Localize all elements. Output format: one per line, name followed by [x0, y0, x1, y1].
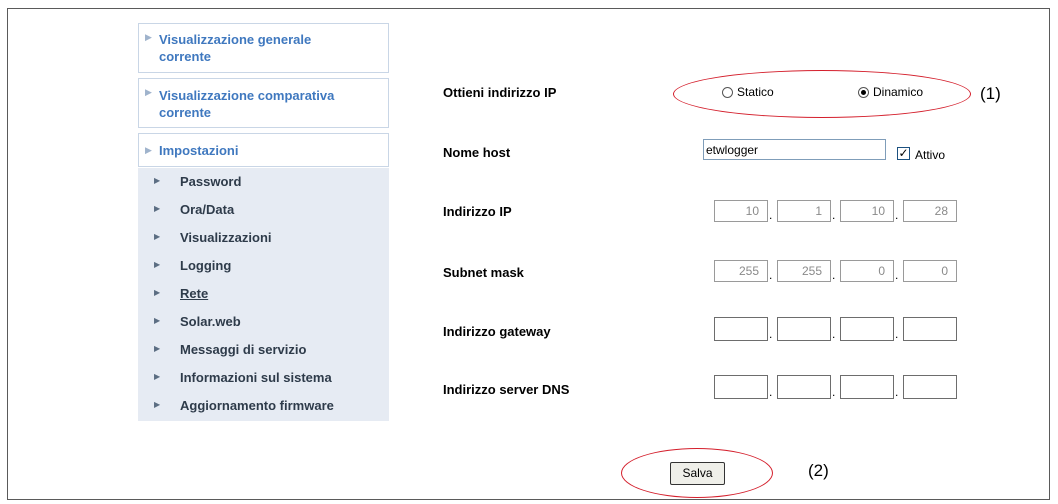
- submenu-item-service-messages[interactable]: ▶ Messaggi di servizio: [138, 338, 389, 364]
- triangle-right-icon: ▶: [154, 204, 161, 213]
- mask-separator: .: [832, 268, 836, 282]
- subnet-mask-label: Subnet mask: [443, 265, 524, 280]
- menu-item-comparative-overview[interactable]: ▶ Visualizzazione comparativa corrente: [138, 78, 389, 128]
- active-label: Attivo: [915, 148, 946, 162]
- gateway-separator: .: [769, 327, 773, 341]
- submenu-item-label: Logging: [180, 258, 232, 273]
- dns-separator: .: [895, 385, 899, 399]
- ip-octet-3[interactable]: 10: [840, 200, 894, 222]
- triangle-right-icon: ▶: [154, 176, 161, 185]
- submenu-item-displays[interactable]: ▶ Visualizzazioni: [138, 226, 389, 252]
- dns-octet-3[interactable]: [840, 375, 894, 399]
- triangle-right-icon: ▶: [145, 145, 152, 155]
- submenu-item-label: Informazioni sul sistema: [180, 370, 332, 385]
- submenu-item-label: Aggiornamento firmware: [180, 398, 334, 413]
- menu-item-label: Visualizzazione generale: [159, 32, 312, 47]
- submenu-item-network[interactable]: ▶ Rete: [138, 282, 389, 308]
- triangle-right-icon: ▶: [154, 400, 161, 409]
- triangle-right-icon: ▶: [145, 87, 152, 97]
- gateway-label: Indirizzo gateway: [443, 324, 551, 339]
- submenu-item-system-info[interactable]: ▶ Informazioni sul sistema: [138, 366, 389, 392]
- submenu-item-date-time[interactable]: ▶ Ora/Data: [138, 198, 389, 224]
- hostname-input[interactable]: [703, 139, 886, 160]
- mask-octet-1[interactable]: 255: [714, 260, 768, 282]
- mask-octet-4[interactable]: 0: [903, 260, 957, 282]
- triangle-right-icon: ▶: [154, 232, 161, 241]
- menu-item-label-line2: corrente: [159, 49, 212, 64]
- menu-item-label-line2: corrente: [159, 105, 212, 120]
- mask-separator: .: [769, 268, 773, 282]
- triangle-right-icon: ▶: [154, 372, 161, 381]
- gateway-octet-2[interactable]: [777, 317, 831, 341]
- hostname-label: Nome host: [443, 145, 511, 160]
- triangle-right-icon: ▶: [154, 288, 161, 297]
- dns-octet-1[interactable]: [714, 375, 768, 399]
- active-checkbox[interactable]: ✓: [897, 147, 910, 160]
- dns-separator: .: [769, 385, 773, 399]
- gateway-octet-4[interactable]: [903, 317, 957, 341]
- submenu-item-logging[interactable]: ▶ Logging: [138, 254, 389, 280]
- ip-octet-2[interactable]: 1: [777, 200, 831, 222]
- submenu-item-label: Password: [180, 174, 242, 189]
- submenu-item-label: Solar.web: [180, 314, 241, 329]
- ip-mode-label: Ottieni indirizzo IP: [443, 85, 557, 100]
- submenu-item-solar-web[interactable]: ▶ Solar.web: [138, 310, 389, 336]
- gateway-separator: .: [832, 327, 836, 341]
- highlight-ellipse-2: [621, 448, 773, 498]
- settings-submenu: ▶ Password ▶ Ora/Data ▶ Visualizzazioni …: [138, 168, 389, 421]
- gateway-octet-1[interactable]: [714, 317, 768, 341]
- submenu-item-label: Ora/Data: [180, 202, 235, 217]
- ip-address-label: Indirizzo IP: [443, 204, 512, 219]
- ip-octet-4[interactable]: 28: [903, 200, 957, 222]
- highlight-ellipse-1: [673, 70, 971, 118]
- annotation-2: (2): [808, 461, 829, 480]
- mask-octet-2[interactable]: 255: [777, 260, 831, 282]
- mask-octet-3[interactable]: 0: [840, 260, 894, 282]
- ip-separator: .: [832, 208, 836, 222]
- mask-separator: .: [895, 268, 899, 282]
- annotation-1: (1): [980, 84, 1001, 103]
- dns-octet-4[interactable]: [903, 375, 957, 399]
- submenu-item-label: Visualizzazioni: [180, 230, 272, 245]
- gateway-octet-3[interactable]: [840, 317, 894, 341]
- submenu-item-label: Messaggi di servizio: [180, 342, 307, 357]
- ip-separator: .: [895, 208, 899, 222]
- submenu-item-firmware-update[interactable]: ▶ Aggiornamento firmware: [138, 394, 389, 420]
- triangle-right-icon: ▶: [154, 260, 161, 269]
- dns-label: Indirizzo server DNS: [443, 382, 570, 397]
- ip-separator: .: [769, 208, 773, 222]
- submenu-item-label: Rete: [180, 286, 209, 301]
- dns-octet-2[interactable]: [777, 375, 831, 399]
- menu-item-label: Impostazioni: [159, 143, 239, 158]
- menu-item-settings[interactable]: ▶ Impostazioni: [138, 133, 389, 167]
- triangle-right-icon: ▶: [154, 316, 161, 325]
- dns-separator: .: [832, 385, 836, 399]
- ip-octet-1[interactable]: 10: [714, 200, 768, 222]
- triangle-right-icon: ▶: [145, 32, 152, 42]
- triangle-right-icon: ▶: [154, 344, 161, 353]
- menu-item-general-overview[interactable]: ▶ Visualizzazione generale corrente: [138, 23, 389, 73]
- menu-item-label: Visualizzazione comparativa: [159, 88, 335, 103]
- submenu-item-password[interactable]: ▶ Password: [138, 170, 389, 196]
- gateway-separator: .: [895, 327, 899, 341]
